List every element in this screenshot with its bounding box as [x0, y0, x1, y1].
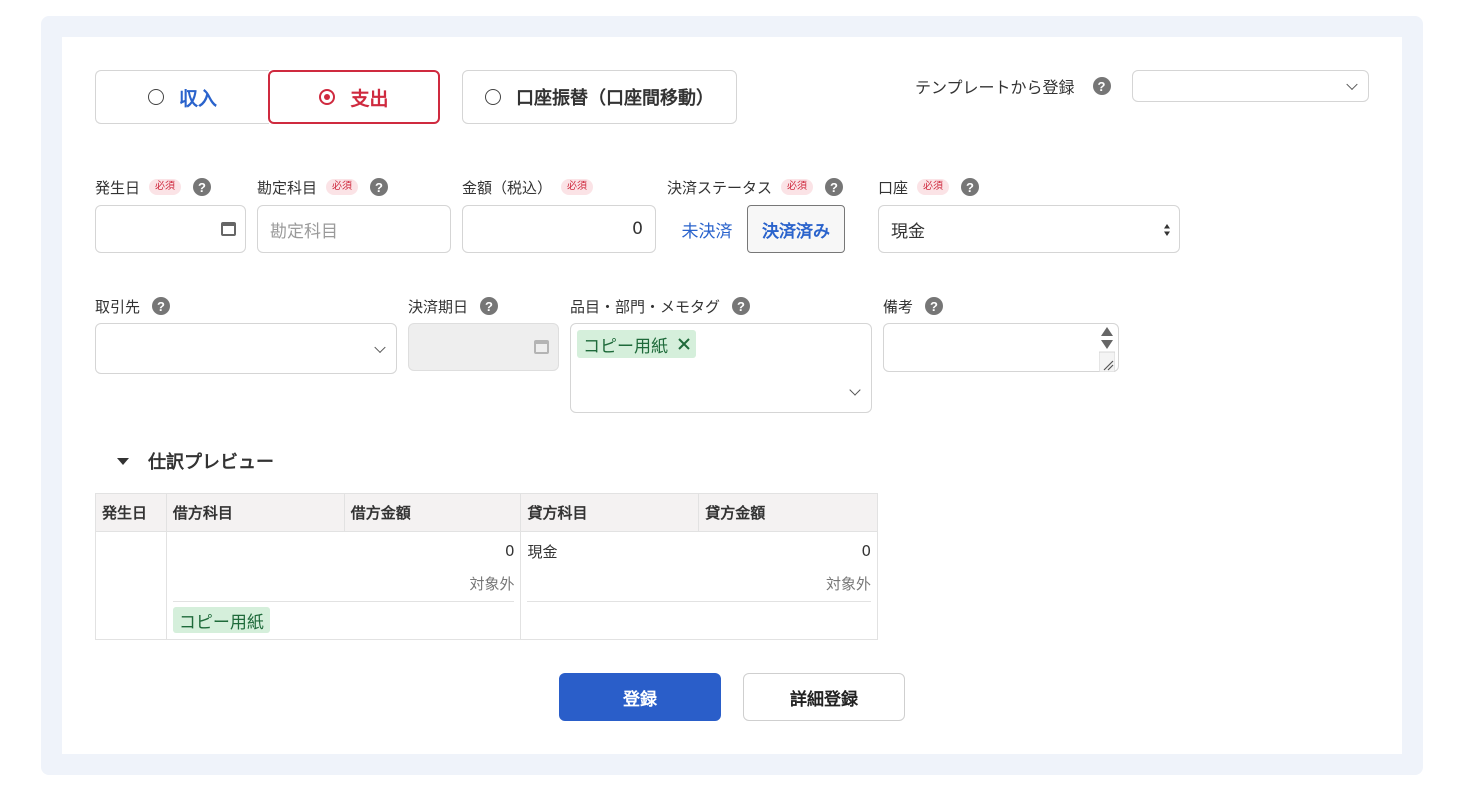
table-row: 0 対象外 コピー用紙 現金 0 対象外: [95, 531, 878, 640]
credit-cell: 現金 0 対象外: [520, 531, 878, 640]
tags-label-row: 品目・部門・メモタグ ?: [570, 296, 751, 316]
required-badge: 必須: [149, 179, 182, 195]
date-label-row: 発生日 必須 ?: [95, 177, 212, 197]
date-cell: [95, 531, 167, 640]
tags-label: 品目・部門・メモタグ: [570, 297, 721, 316]
template-select[interactable]: [1132, 70, 1369, 102]
help-icon[interactable]: ?: [480, 297, 499, 315]
debit-cell: 0 対象外 コピー用紙: [165, 531, 522, 640]
debit-tag: コピー用紙: [172, 607, 270, 633]
type-transfer-label: 口座振替（口座間移動）: [516, 88, 714, 109]
radio-unchecked-icon: [485, 89, 501, 105]
radio-checked-icon: [319, 89, 336, 105]
type-income-button[interactable]: 収入: [95, 70, 269, 124]
required-badge: 必須: [917, 179, 950, 195]
column-header: 借方金額: [343, 493, 522, 532]
account-item-label-row: 勘定科目 必須 ?: [257, 177, 389, 197]
chevron-down-icon: [374, 341, 386, 353]
wallet-select[interactable]: 現金: [878, 205, 1180, 253]
type-expense-button[interactable]: 支出: [268, 70, 440, 124]
chevron-down-icon: [1346, 78, 1358, 91]
journal-preview-table: 発生日 借方科目 借方金額 貸方科目 貸方金額 0 対象外 コピー用紙 現金 0…: [95, 493, 878, 640]
amount-label: 金額（税込）: [462, 178, 553, 197]
wallet-value: 現金: [891, 221, 925, 242]
memo-label: 備考: [883, 297, 914, 316]
due-date-label-row: 決済期日 ?: [408, 296, 499, 316]
chevron-down-icon: [849, 384, 861, 396]
status-settled-option[interactable]: 決済済み: [747, 205, 845, 253]
wallet-label-row: 口座 必須 ?: [878, 177, 980, 197]
help-icon[interactable]: ?: [193, 178, 212, 196]
help-icon[interactable]: ?: [925, 297, 944, 315]
help-icon[interactable]: ?: [961, 178, 980, 196]
select-arrows-icon: [1164, 224, 1170, 236]
required-badge: 必須: [561, 179, 594, 195]
close-icon[interactable]: [678, 338, 690, 350]
credit-amount: 0: [861, 542, 871, 560]
help-icon[interactable]: ?: [825, 178, 844, 196]
status-segmented-control: 未決済 決済済み: [667, 205, 845, 253]
spinner-icon[interactable]: [1099, 326, 1115, 372]
amount-input[interactable]: 0: [462, 205, 656, 253]
memo-label-row: 備考 ?: [883, 296, 944, 316]
partner-select[interactable]: [95, 323, 397, 374]
help-icon[interactable]: ?: [732, 297, 751, 315]
account-item-input[interactable]: 勘定科目: [257, 205, 451, 253]
due-date-label: 決済期日: [408, 297, 469, 316]
template-label: テンプレートから登録: [915, 78, 1075, 97]
wallet-label: 口座: [878, 178, 909, 197]
partner-label-row: 取引先 ?: [95, 296, 171, 316]
date-input[interactable]: [95, 205, 246, 253]
partner-label: 取引先: [95, 297, 141, 316]
type-expense-label: 支出: [350, 87, 389, 110]
status-label-row: 決済ステータス 必須 ?: [667, 177, 844, 197]
column-header: 貸方科目: [520, 493, 700, 532]
debit-amount: 0: [504, 542, 515, 560]
credit-tax: 対象外: [825, 575, 871, 593]
tag-chip: コピー用紙: [577, 330, 696, 358]
account-item-placeholder: 勘定科目: [270, 221, 338, 242]
radio-unchecked-icon: [147, 89, 164, 105]
required-badge: 必須: [326, 179, 359, 195]
help-icon[interactable]: ?: [152, 297, 171, 315]
template-label-row: テンプレートから登録 ?: [915, 76, 1111, 97]
calendar-icon[interactable]: [221, 222, 236, 236]
credit-item: 現金: [527, 542, 558, 561]
type-income-label: 収入: [178, 87, 217, 110]
tags-select[interactable]: コピー用紙: [570, 323, 872, 413]
column-header: 貸方金額: [698, 493, 878, 532]
account-item-label: 勘定科目: [257, 178, 318, 197]
status-unsettled-option[interactable]: 未決済: [667, 205, 747, 253]
status-label: 決済ステータス: [667, 178, 773, 197]
column-header: 発生日: [95, 493, 167, 532]
help-icon[interactable]: ?: [370, 178, 389, 196]
caret-down-icon: [117, 457, 129, 465]
memo-input[interactable]: [883, 323, 1119, 372]
calendar-icon: [534, 340, 549, 354]
due-date-input[interactable]: [408, 323, 559, 371]
debit-tax: 対象外: [469, 575, 515, 593]
submit-button[interactable]: 登録: [559, 673, 721, 721]
date-label: 発生日: [95, 178, 141, 197]
help-icon[interactable]: ?: [1092, 77, 1111, 95]
detail-register-button[interactable]: 詳細登録: [743, 673, 905, 721]
type-transfer-button[interactable]: 口座振替（口座間移動）: [462, 70, 737, 124]
amount-value: 0: [632, 219, 643, 239]
tag-chip-label: コピー用紙: [583, 336, 668, 357]
preview-title: 仕訳プレビュー: [148, 452, 274, 473]
required-badge: 必須: [781, 179, 814, 195]
amount-label-row: 金額（税込） 必須: [462, 177, 594, 197]
column-header: 借方科目: [165, 493, 345, 532]
table-header-row: 発生日 借方科目 借方金額 貸方科目 貸方金額: [95, 493, 878, 532]
preview-toggle[interactable]: 仕訳プレビュー: [117, 448, 274, 474]
